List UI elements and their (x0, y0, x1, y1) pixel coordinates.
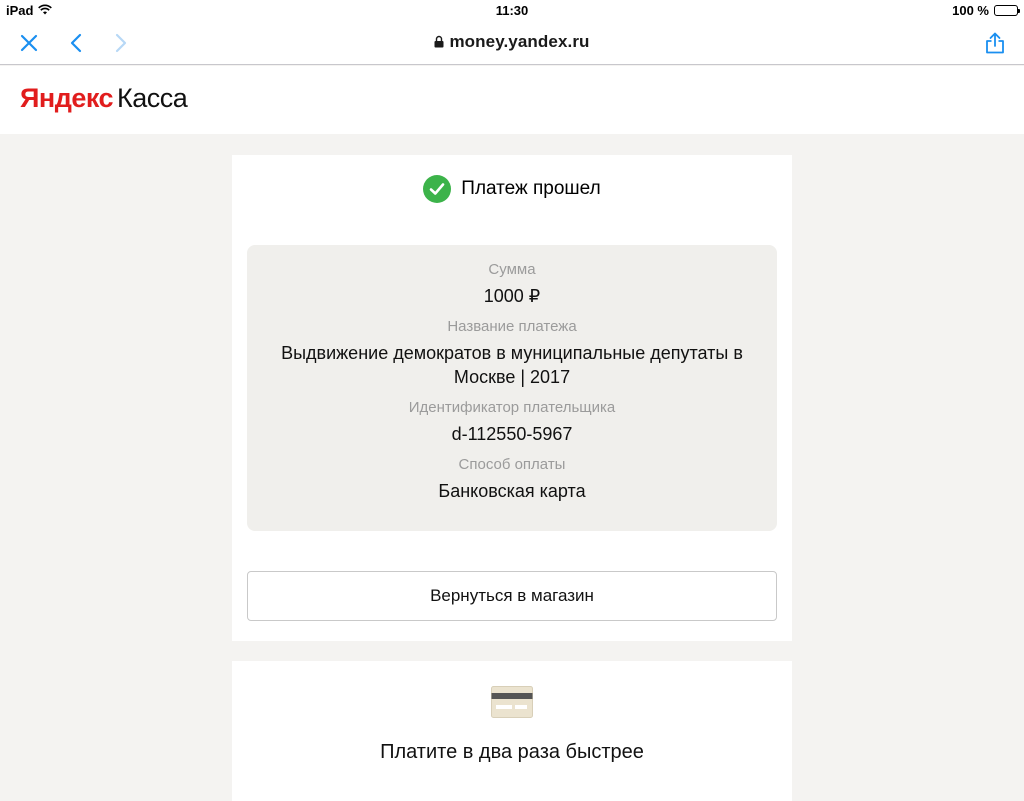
amount-label: Сумма (488, 261, 536, 278)
lock-icon (434, 33, 444, 53)
payer-id-value: d-112550-5967 (451, 424, 573, 444)
promo-title: Платите в два раза быстрее (380, 741, 644, 763)
payment-status-text: Платеж прошел (461, 178, 601, 199)
amount-value: 1000 ₽ (483, 286, 541, 306)
share-icon[interactable] (982, 30, 1008, 56)
amount-field: Сумма 1000 ₽ (247, 261, 777, 308)
payer-id-field: Идентификатор плательщика d-112550-5967 (247, 399, 777, 446)
logo-product: Касса (117, 83, 188, 113)
promo-card: Платите в два раза быстрее (232, 661, 792, 801)
payment-status: Платеж прошел (232, 175, 792, 203)
site-header: Яндекс Касса (0, 66, 1024, 134)
payment-details: Сумма 1000 ₽ Название платежа Выдвижение… (247, 245, 777, 531)
url-text: money.yandex.ru (449, 32, 590, 51)
payment-name-field: Название платежа Выдвижение демократов в… (247, 318, 777, 389)
battery-percent: 100 % (952, 3, 989, 18)
logo-brand: Яндекс (20, 83, 114, 113)
browser-toolbar: money.yandex.ru (0, 22, 1024, 65)
bank-card-icon (491, 686, 533, 723)
payment-name-value: Выдвижение демократов в муниципальные де… (281, 343, 743, 387)
status-right: 100 % (952, 3, 1020, 18)
payment-method-label: Способ оплаты (458, 456, 566, 473)
payment-method-value: Банковская карта (438, 481, 586, 501)
payment-name-label: Название платежа (447, 318, 577, 335)
address-bar[interactable]: money.yandex.ru (0, 32, 1024, 53)
status-time: 11:30 (495, 3, 529, 18)
yandex-kassa-logo[interactable]: Яндекс Касса (20, 83, 188, 114)
return-to-shop-button[interactable]: Вернуться в магазин (247, 571, 777, 621)
payment-method-field: Способ оплаты Банковская карта (247, 456, 777, 503)
checkmark-icon (423, 175, 452, 203)
battery-icon (994, 5, 1020, 16)
payment-result-card: Платеж прошел Сумма 1000 ₽ Название плат… (232, 155, 792, 641)
payer-id-label: Идентификатор плательщика (408, 399, 616, 416)
status-bar: iPad 11:30 100 % (0, 0, 1024, 22)
